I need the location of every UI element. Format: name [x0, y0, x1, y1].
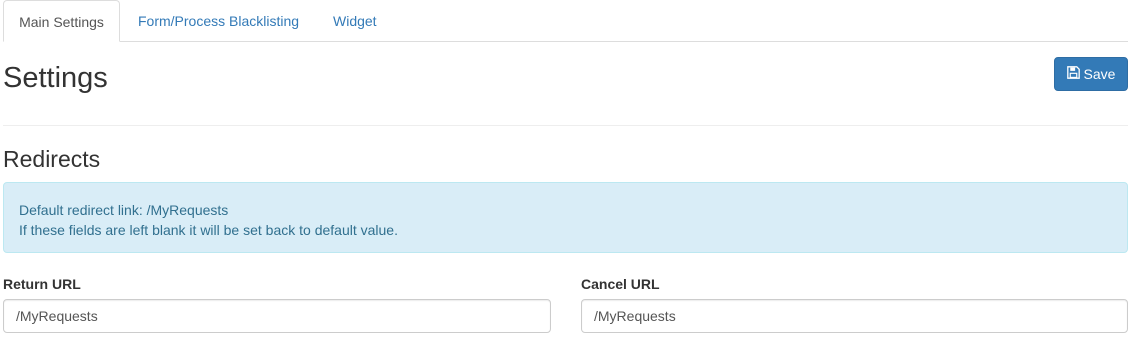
page-title: Settings	[3, 62, 108, 94]
save-button[interactable]: Save	[1054, 57, 1128, 91]
tab-form-process-blacklisting[interactable]: Form/Process Blacklisting	[138, 0, 299, 42]
return-url-label: Return URL	[3, 276, 81, 292]
redirects-heading: Redirects	[3, 146, 101, 172]
alert-default-link-text: Default redirect link: /MyRequests	[19, 202, 229, 218]
tab-main-settings[interactable]: Main Settings	[3, 0, 120, 42]
save-button-label: Save	[1083, 66, 1116, 82]
cancel-url-input[interactable]	[581, 299, 1128, 333]
settings-tabs: Main Settings Form/Process Blacklisting …	[3, 0, 1128, 42]
cancel-url-label: Cancel URL	[581, 276, 660, 292]
floppy-disk-icon	[1066, 66, 1084, 82]
alert-blank-fields-text: If these fields are left blank it will b…	[19, 222, 398, 238]
info-alert: Default redirect link: /MyRequests If th…	[3, 182, 1128, 253]
tab-widget[interactable]: Widget	[333, 0, 377, 42]
divider	[3, 125, 1128, 126]
return-url-input[interactable]	[3, 299, 551, 333]
